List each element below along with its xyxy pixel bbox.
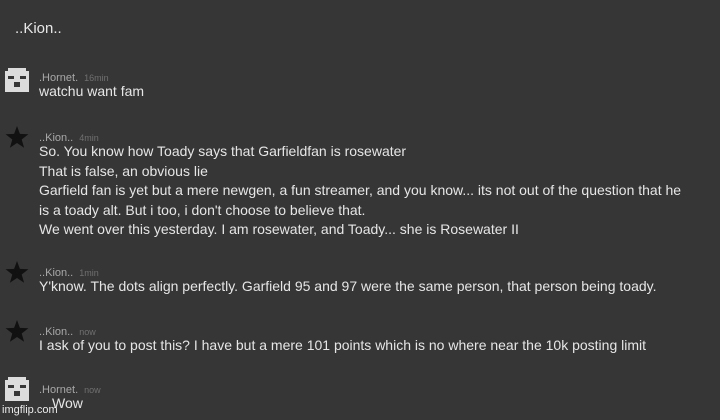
message-line: We went over this yesterday. I am rosewa…	[39, 221, 519, 237]
watermark: imgflip.com	[2, 404, 58, 416]
channel-title: ..Kion..	[15, 20, 62, 37]
message-line: watchu want fam	[39, 83, 145, 99]
pixel-face-icon[interactable]	[5, 377, 29, 401]
pixel-face-icon[interactable]	[5, 68, 29, 92]
message-body: I ask of you to post this? I have but a …	[39, 336, 715, 356]
message-body: Wow	[52, 394, 720, 414]
message-body: Y'know. The dots align perfectly. Garfie…	[39, 277, 715, 297]
message-body: So. You know how Toady says that Garfiel…	[39, 142, 715, 240]
message-line: Garfield fan is yet but a mere newgen, a…	[39, 182, 682, 198]
message-line: is a toady alt. But i too, i don't choos…	[39, 201, 366, 218]
star-icon[interactable]	[5, 319, 29, 343]
message-line: So. You know how Toady says that Garfiel…	[39, 143, 407, 159]
message-line: Wow	[52, 395, 83, 411]
star-icon[interactable]	[5, 260, 29, 284]
message-body: watchu want fam	[39, 82, 715, 102]
message-line: I ask of you to post this? I have but a …	[39, 337, 647, 353]
message-line: That is false, an obvious lie	[39, 162, 208, 179]
star-icon[interactable]	[5, 125, 29, 149]
message-line: Y'know. The dots align perfectly. Garfie…	[39, 278, 657, 294]
